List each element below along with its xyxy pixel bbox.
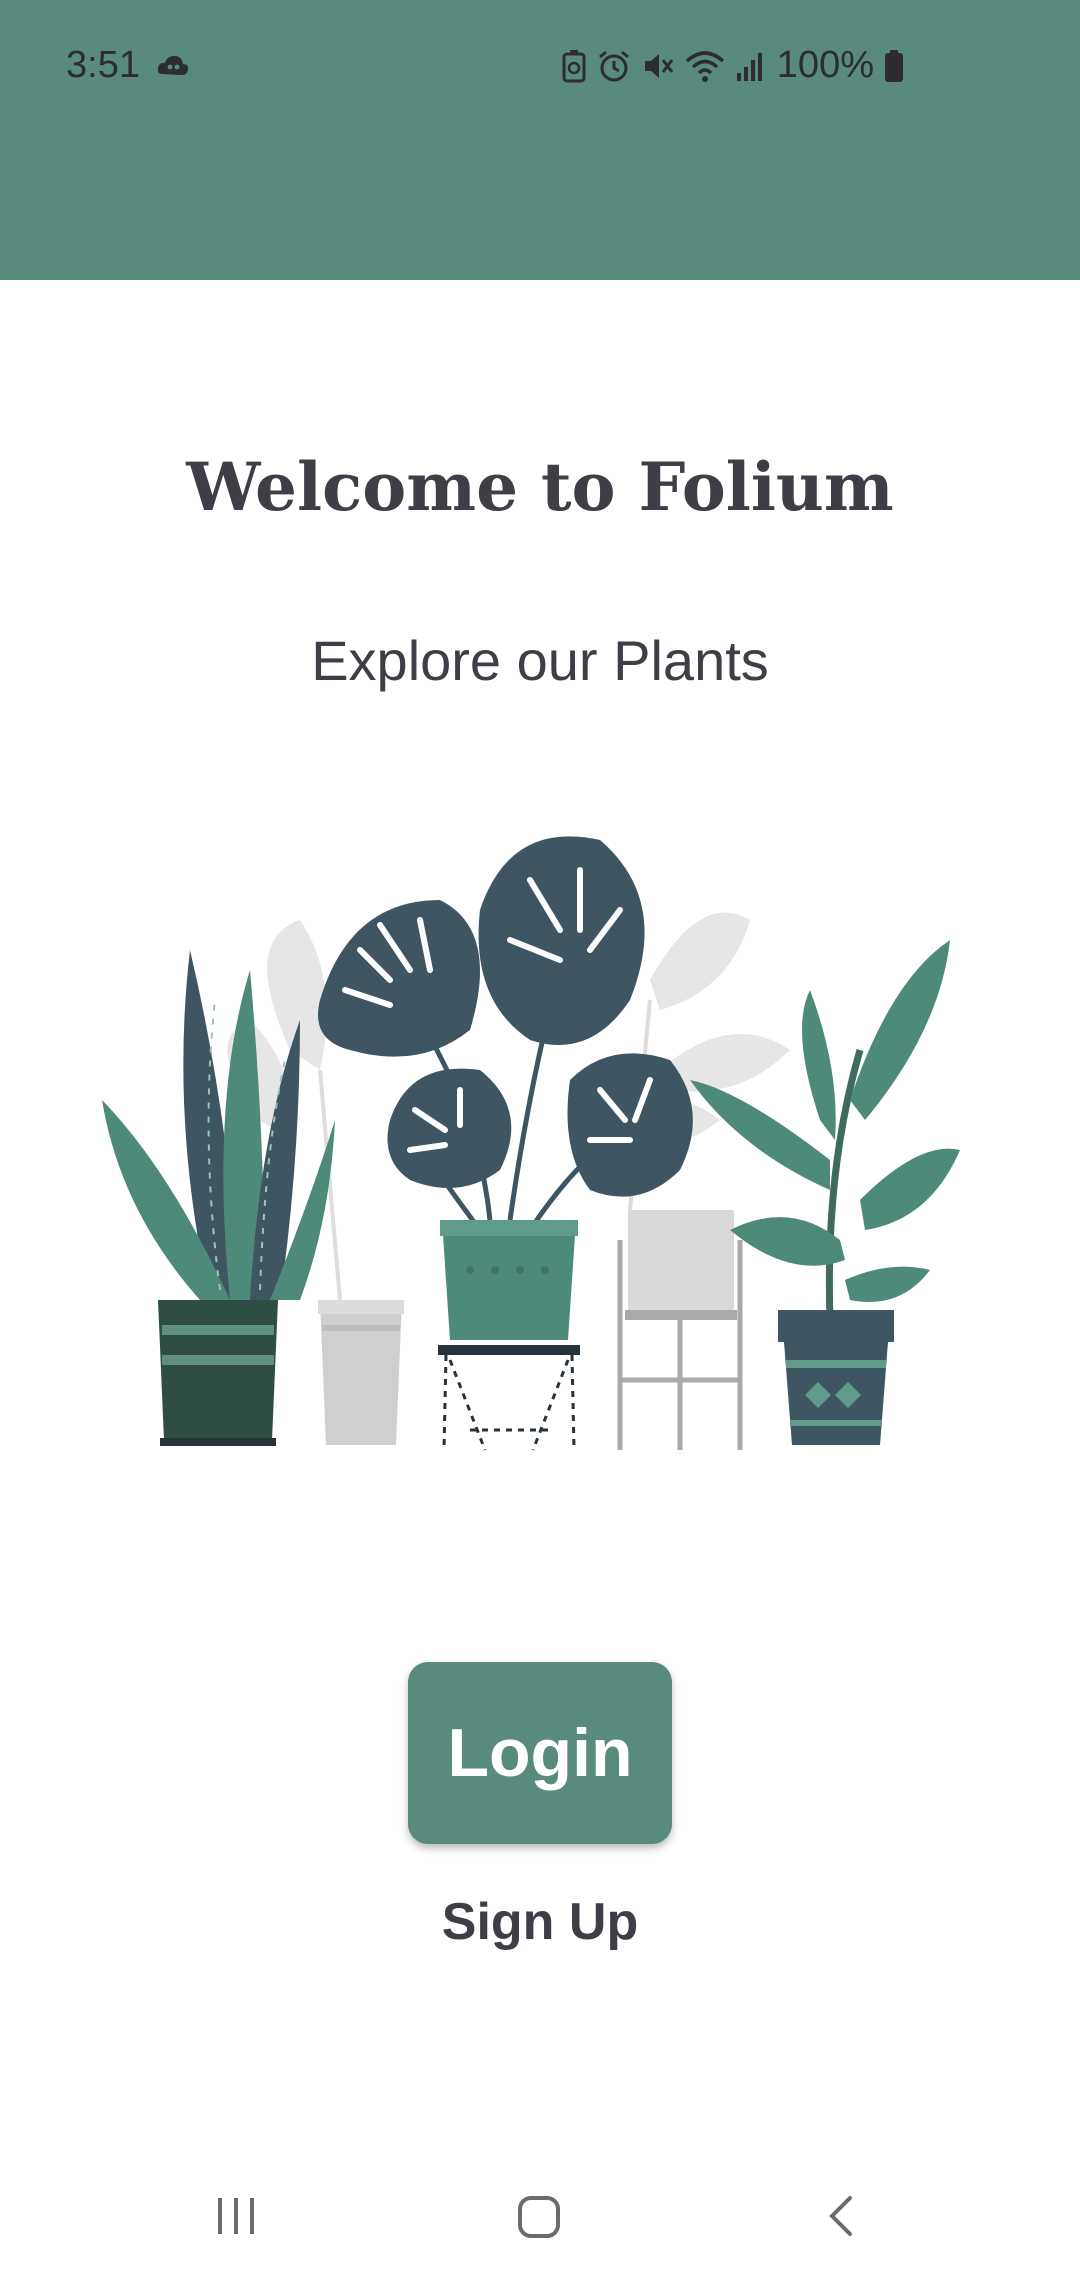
recents-icon[interactable] [214, 2194, 258, 2243]
potted-plants-illustration [90, 820, 990, 1460]
wifi-icon [685, 49, 725, 83]
signal-icon [735, 49, 767, 83]
signup-link[interactable]: Sign Up [0, 1892, 1080, 1952]
login-button[interactable]: Login [408, 1662, 672, 1844]
page-subtitle: Explore our Plants [311, 629, 769, 692]
battery-percent: 100% [776, 44, 874, 86]
cloud-game-icon [156, 52, 190, 87]
back-icon[interactable] [826, 2194, 856, 2243]
page-title: Welcome to Folium [186, 448, 894, 526]
mute-icon [641, 49, 675, 83]
battery-saver-icon [561, 49, 587, 83]
status-bar: 3:51 100% [0, 0, 1080, 280]
home-icon[interactable] [516, 2194, 562, 2245]
status-time: 3:51 [66, 44, 140, 86]
status-icons: 100% [561, 44, 904, 87]
battery-icon [884, 49, 904, 83]
alarm-icon [597, 49, 631, 83]
